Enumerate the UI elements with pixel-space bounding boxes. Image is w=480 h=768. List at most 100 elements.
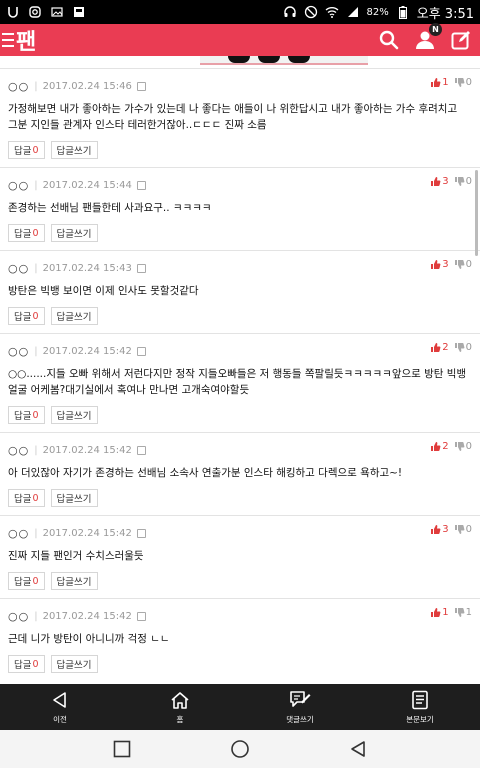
reply-count-button[interactable]: 답글 0 <box>8 572 45 590</box>
battery-icon <box>396 5 410 19</box>
vote-group: 3 0 <box>430 259 472 273</box>
reply-count: 0 <box>32 144 39 156</box>
downvote-count: 0 <box>465 342 472 353</box>
reply-count-button[interactable]: 답글 0 <box>8 655 45 673</box>
comment-actions: 답글 0 답글쓰기 <box>8 398 472 432</box>
thumbs-up-icon <box>430 176 441 190</box>
meta-divider: | <box>34 610 38 622</box>
comment-item: ○○ | 2017.02.24 15:42 2 0 ○○......지들 오빠 … <box>0 333 480 432</box>
battery-percent: 82% <box>366 6 389 18</box>
thumbs-down-icon <box>454 342 465 356</box>
comment-author[interactable]: ○○ <box>8 610 29 623</box>
search-icon <box>379 30 399 50</box>
app-logo[interactable]: 팬 <box>16 24 36 56</box>
downvote-button[interactable]: 0 <box>454 77 472 91</box>
downvote-count: 0 <box>465 259 472 270</box>
comment-actions: 답글 0 답글쓰기 <box>8 564 472 598</box>
write-reply-button[interactable]: 답글쓰기 <box>50 141 98 159</box>
reply-count: 0 <box>32 492 39 504</box>
search-button[interactable] <box>378 29 400 51</box>
thumbs-up-icon <box>430 77 441 91</box>
reply-count-button[interactable]: 답글 0 <box>8 489 45 507</box>
comment-date: 2017.02.24 15:43 <box>42 262 132 274</box>
report-icon[interactable] <box>136 528 146 538</box>
nav-write-comment-button[interactable]: 댓글쓰기 <box>240 684 360 730</box>
comment-author[interactable]: ○○ <box>8 262 29 275</box>
comment-author[interactable]: ○○ <box>8 179 29 192</box>
profile-button[interactable]: N <box>414 23 442 51</box>
thumbs-down-icon <box>454 259 465 273</box>
reply-count: 0 <box>32 409 39 421</box>
thumbs-up-icon <box>430 524 441 538</box>
write-button[interactable] <box>450 29 472 51</box>
write-reply-button[interactable]: 답글쓰기 <box>50 224 98 242</box>
write-reply-button[interactable]: 답글쓰기 <box>50 489 98 507</box>
nav-back-label: 이전 <box>53 714 67 724</box>
write-reply-button[interactable]: 답글쓰기 <box>50 406 98 424</box>
report-icon[interactable] <box>136 611 146 621</box>
comment-date: 2017.02.24 15:42 <box>42 527 132 539</box>
nav-home-button[interactable]: 홈 <box>120 684 240 730</box>
reply-label: 답글 <box>14 660 32 671</box>
upvote-button[interactable]: 3 <box>430 259 449 273</box>
downvote-button[interactable]: 0 <box>454 441 472 455</box>
comment-author[interactable]: ○○ <box>8 345 29 358</box>
scrollbar[interactable] <box>475 170 478 256</box>
reply-count-button[interactable]: 답글 0 <box>8 406 45 424</box>
image-icon <box>50 5 64 19</box>
nav-back-button[interactable]: 이전 <box>0 684 120 730</box>
downvote-button[interactable]: 0 <box>454 524 472 538</box>
comment-date: 2017.02.24 15:42 <box>42 345 132 357</box>
comment-list[interactable]: ○○ | 2017.02.24 15:46 1 0 가정해보면 내가 좋아하는 … <box>0 68 480 684</box>
reply-count-button[interactable]: 답글 0 <box>8 307 45 325</box>
report-icon[interactable] <box>136 346 146 356</box>
downvote-count: 0 <box>465 441 472 452</box>
report-icon[interactable] <box>136 81 146 91</box>
banner-strip[interactable] <box>0 56 480 66</box>
comment-date: 2017.02.24 15:42 <box>42 444 132 456</box>
downvote-button[interactable]: 0 <box>454 342 472 356</box>
vote-group: 3 0 <box>430 176 472 190</box>
vote-group: 1 1 <box>430 607 472 621</box>
reply-count: 0 <box>32 658 39 670</box>
comment-author[interactable]: ○○ <box>8 80 29 93</box>
report-icon[interactable] <box>136 263 146 273</box>
home-system-button[interactable] <box>230 739 250 759</box>
comment-author[interactable]: ○○ <box>8 444 29 457</box>
menu-logo-button[interactable]: 팬 <box>0 24 36 56</box>
recent-apps-button[interactable] <box>112 739 132 759</box>
downvote-button[interactable]: 1 <box>454 607 472 621</box>
upvote-button[interactable]: 2 <box>430 441 449 455</box>
app-header: 팬 N <box>0 23 480 56</box>
thumbs-up-icon <box>430 259 441 273</box>
write-reply-button[interactable]: 답글쓰기 <box>50 307 98 325</box>
upvote-button[interactable]: 2 <box>430 342 449 356</box>
comment-item: ○○ | 2017.02.24 15:42 3 0 진짜 지들 팬인거 수치스러… <box>0 515 480 598</box>
upvote-count: 3 <box>442 176 449 187</box>
reply-count: 0 <box>32 575 39 587</box>
report-icon[interactable] <box>136 445 146 455</box>
back-system-button[interactable] <box>348 739 368 759</box>
hamburger-menu-icon[interactable] <box>2 33 14 47</box>
downvote-button[interactable]: 0 <box>454 176 472 190</box>
upvote-button[interactable]: 1 <box>430 607 449 621</box>
comment-author[interactable]: ○○ <box>8 527 29 540</box>
nav-view-post-button[interactable]: 본문보기 <box>360 684 480 730</box>
upvote-button[interactable]: 1 <box>430 77 449 91</box>
reply-count-button[interactable]: 답글 0 <box>8 224 45 242</box>
reply-count-button[interactable]: 답글 0 <box>8 141 45 159</box>
comment-meta: ○○ | 2017.02.24 15:42 <box>8 609 472 623</box>
comment-date: 2017.02.24 15:46 <box>42 80 132 92</box>
upvote-button[interactable]: 3 <box>430 176 449 190</box>
banner-image[interactable] <box>200 56 368 65</box>
downvote-button[interactable]: 0 <box>454 259 472 273</box>
write-reply-button[interactable]: 답글쓰기 <box>50 572 98 590</box>
write-reply-button[interactable]: 답글쓰기 <box>50 655 98 673</box>
downvote-count: 0 <box>465 524 472 535</box>
upvote-button[interactable]: 3 <box>430 524 449 538</box>
report-icon[interactable] <box>136 180 146 190</box>
signal-icon <box>346 5 360 19</box>
comment-text: ○○......지들 오빠 위해서 저런다지만 정작 지들오빠들은 저 행동들 … <box>8 368 467 396</box>
thumbs-up-icon <box>430 607 441 621</box>
reply-label: 답글 <box>14 494 32 505</box>
